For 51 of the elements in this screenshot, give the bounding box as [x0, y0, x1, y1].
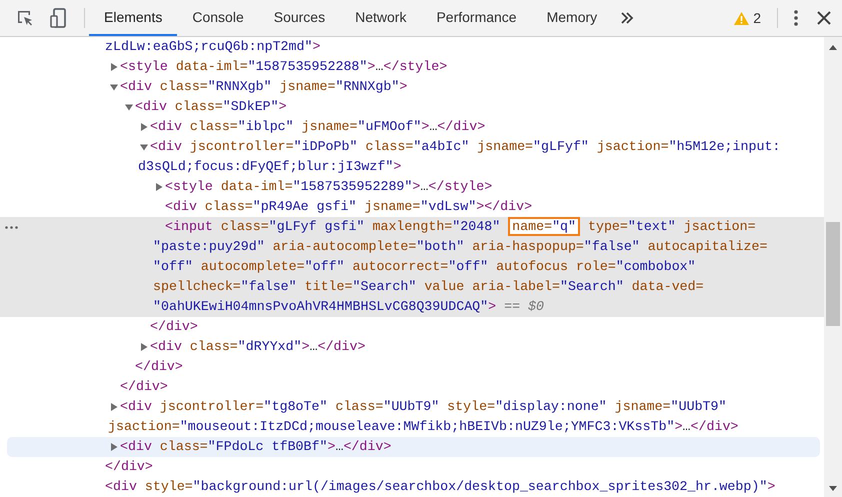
scrollbar-thumb[interactable]	[826, 222, 840, 326]
code-line: <div class="pR49Ae gsfi" jsname="vdLsw"></div>	[165, 198, 532, 216]
more-icon[interactable]	[4, 226, 18, 228]
code-line: <div jscontroller="tg8oTe" class="UUbT9" style="display:none" jsname="UUbT9"	[120, 398, 726, 416]
panel-tab[interactable]: Performance	[421, 0, 532, 36]
scroll-up-icon[interactable]	[829, 45, 837, 50]
scroll-down-icon[interactable]	[829, 486, 837, 491]
code-line: "0ahUKEwiH04mnsPvoAhVR4HMBHSLvCG8Q39UDCAQ"> == $0	[153, 298, 544, 316]
panel-tab[interactable]: Memory	[532, 0, 612, 36]
code-line: <div class="FPdoLc tfB0Bf">…</div>	[120, 438, 392, 456]
caret-down-icon[interactable]	[140, 143, 148, 151]
warnings-button[interactable]: 2	[734, 8, 761, 28]
caret-right-icon[interactable]	[140, 123, 148, 131]
code-line: d3sQLd;focus:dFyQEf;blur:jI3wzf">	[138, 158, 402, 176]
code-line: <div style="background:url(/images/searchbox/desktop_searchbox_sprites302_hr.webp)">	[105, 478, 776, 496]
inspect-icon[interactable]	[16, 9, 34, 27]
warning-icon	[734, 12, 750, 24]
caret-down-icon[interactable]	[125, 103, 133, 111]
code-line: zLdLw:eaGbS;rcuQ6b:npT2md">	[105, 38, 320, 56]
caret-right-icon[interactable]	[155, 183, 163, 191]
panel-tab[interactable]: Network	[340, 0, 422, 36]
more-options-icon[interactable]	[794, 10, 798, 26]
more-tabs-icon[interactable]	[620, 12, 634, 24]
caret-right-icon[interactable]	[110, 443, 118, 451]
code-line: <input class="gLFyf gsfi" maxlength="2048" name="q" type="text" jsaction=	[165, 217, 756, 237]
device-icon[interactable]	[50, 8, 68, 28]
code-line: <div class="dRYYxd">…</div>	[150, 338, 366, 356]
code-line: </div>	[105, 458, 153, 476]
hovered-row[interactable]: <div class="FPdoLc tfB0Bf">…</div>	[7, 437, 820, 457]
code-line: "paste:puy29d" aria-autocomplete="both" aria-haspopup="false" autocapitalize=	[153, 238, 768, 256]
code-line: </div>	[150, 318, 198, 336]
caret-right-icon[interactable]	[110, 63, 118, 71]
caret-down-icon[interactable]	[110, 83, 118, 91]
code-line: <div class="RNNXgb" jsname="RNNXgb">	[120, 78, 408, 96]
code-line: <style data-iml="1587535952289">…</style>	[165, 178, 492, 196]
code-line: <div jscontroller="iDPoPb" class="a4bIc" jsname="gLFyf" jsaction="h5M12e;input:	[150, 138, 780, 156]
code-line: "off" autocomplete="off" autocorrect="off" autofocus role="combobox"	[153, 258, 696, 276]
caret-right-icon[interactable]	[140, 343, 148, 351]
scrollbar[interactable]	[824, 37, 842, 497]
code-line: <div class="SDkEP">	[135, 98, 287, 116]
panel-tab[interactable]: Elements	[89, 0, 178, 36]
panel-tab[interactable]: Sources	[258, 0, 340, 36]
panel-tab[interactable]: Console	[177, 0, 259, 36]
selected-row[interactable]	[0, 217, 824, 317]
code-line: </div>	[120, 378, 168, 396]
code-line: </div>	[135, 358, 183, 376]
code-line: jsaction="mouseout:ItzDCd;mouseleave:MWfikb;hBEIVb:nUZ9le;YMFC3:VKssTb">…</div>	[108, 418, 738, 436]
code-line: <style data-iml="1587535952288">…</style>	[120, 58, 448, 76]
caret-right-icon[interactable]	[110, 403, 118, 411]
code-line: spellcheck="false" title="Search" value aria-label="Search" data-ved=	[153, 278, 704, 296]
code-line: <div class="iblpc" jsname="uFMOof">…</div>	[150, 118, 486, 136]
